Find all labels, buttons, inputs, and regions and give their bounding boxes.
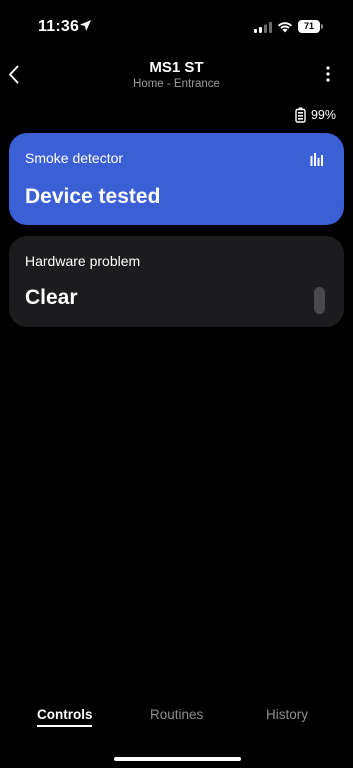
more-vertical-icon xyxy=(326,66,330,82)
smoke-detector-card[interactable]: Smoke detector Device tested xyxy=(9,133,344,225)
active-tab-underline xyxy=(37,725,92,727)
cellular-signal-icon xyxy=(254,22,272,33)
hardware-problem-label: Hardware problem xyxy=(25,253,141,269)
tab-routines[interactable]: Routines xyxy=(150,707,203,722)
wifi-icon xyxy=(278,22,292,33)
page-title: MS1 ST xyxy=(149,59,204,76)
device-battery-level: 99% xyxy=(295,106,336,124)
status-time: 11:36 xyxy=(38,18,80,35)
battery-percent: 71 xyxy=(303,21,314,31)
page-subtitle: Home - Entrance xyxy=(133,78,220,90)
bar-chart-icon[interactable] xyxy=(310,152,324,166)
smoke-detector-label: Smoke detector xyxy=(25,150,124,166)
hardware-problem-card[interactable]: Hardware problem Clear xyxy=(9,236,344,327)
screen: 11:36 71 MS1 ST Home - Entrance 99% Smok… xyxy=(0,0,353,768)
battery-icon xyxy=(295,107,306,123)
tab-history[interactable]: History xyxy=(266,707,308,722)
app-header: MS1 ST Home - Entrance xyxy=(0,52,353,96)
home-indicator[interactable] xyxy=(114,757,241,761)
device-battery-value: 99% xyxy=(310,108,336,122)
battery-icon: 71 xyxy=(298,20,323,33)
smoke-detector-status: Device tested xyxy=(25,185,161,208)
more-options-button[interactable] xyxy=(318,62,338,86)
tab-controls[interactable]: Controls xyxy=(37,707,93,722)
bottom-tab-bar: Controls Routines History xyxy=(0,700,353,740)
status-bar: 11:36 71 xyxy=(0,0,353,52)
hardware-problem-status: Clear xyxy=(25,286,78,309)
status-indicator-pill xyxy=(314,287,325,314)
location-arrow-icon xyxy=(80,20,91,31)
